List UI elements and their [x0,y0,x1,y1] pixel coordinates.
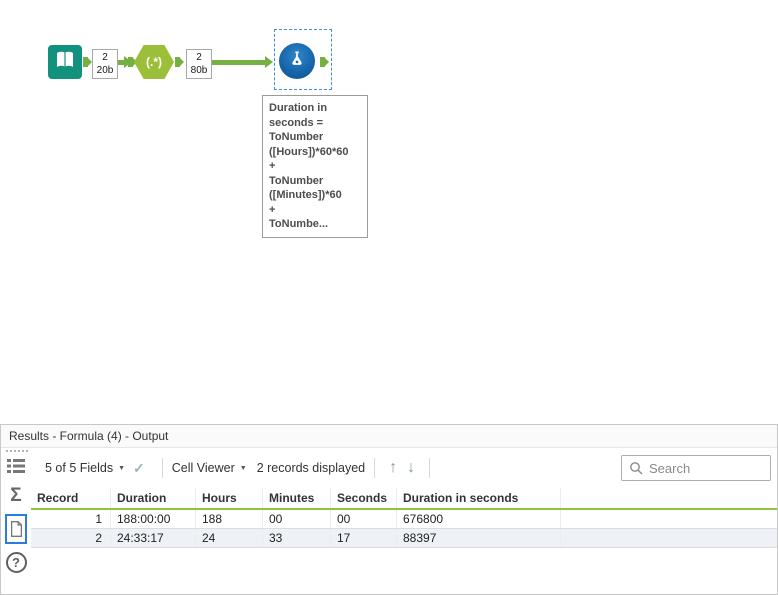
nav-up-button[interactable]: ↑ [384,459,402,477]
record-count: 2 [196,52,202,63]
cell-minutes[interactable]: 00 [263,510,331,528]
data-size: 80b [190,65,208,76]
connection-annotation-1[interactable]: 2 20b [92,49,118,79]
table-row[interactable]: 1 188:00:00 188 00 00 676800 [31,510,777,529]
cell-record[interactable]: 1 [31,510,111,528]
table-header-row: Record Duration Hours Minutes Seconds Du… [31,488,777,510]
regex-hexagon-icon: (.*) [134,45,174,79]
toolbar-divider [374,458,376,478]
cell-duration-in-seconds[interactable]: 676800 [397,510,561,528]
report-page-icon[interactable] [5,514,27,544]
toolbar-divider [429,458,431,478]
results-toolbar: 5 of 5 Fields ▼ ✓ Cell Viewer ▼ 2 record… [31,448,777,488]
cell-duration[interactable]: 188:00:00 [111,510,196,528]
metadata-sigma-icon[interactable]: Σ [4,484,28,508]
results-pane: Results - Formula (4) - Output Σ ? 5 of … [0,424,778,595]
cell-seconds[interactable]: 17 [331,529,397,547]
records-displayed: 2 records displayed [256,461,366,475]
cell-hours[interactable]: 188 [196,510,263,528]
results-table: Record Duration Hours Minutes Seconds Du… [31,488,777,548]
header-record[interactable]: Record [31,488,111,508]
fields-dropdown[interactable]: 5 of 5 Fields ▼ [45,461,125,475]
help-icon[interactable]: ? [4,550,28,574]
output-anchor-icon[interactable] [175,57,184,67]
connection-arrowhead-icon [265,56,273,68]
chevron-down-icon: ▼ [239,464,247,472]
search-box[interactable] [621,455,771,481]
book-icon [53,48,77,77]
fields-label: 5 of 5 Fields [45,461,114,475]
output-anchor-icon[interactable] [83,57,92,67]
alteryx-designer-window: 2 20b (.*) 2 80b Duration in seconds = T… [0,0,778,595]
header-minutes[interactable]: Minutes [263,488,331,508]
table-row[interactable]: 2 24:33:17 24 33 17 88397 [31,529,777,548]
regex-tool[interactable]: (.*) [134,45,174,79]
header-seconds[interactable]: Seconds [331,488,397,508]
connection-line[interactable] [212,60,266,65]
header-duration-in-seconds[interactable]: Duration in seconds [397,488,561,508]
workflow-canvas[interactable]: 2 20b (.*) 2 80b Duration in seconds = T… [0,0,778,424]
header-duration[interactable]: Duration [111,488,196,508]
tool-annotation[interactable]: Duration in seconds = ToNumber ([Hours])… [262,95,368,238]
cell-viewer-dropdown[interactable]: Cell Viewer ▼ [172,461,247,475]
data-size: 20b [96,65,114,76]
nav-down-button[interactable]: ↓ [402,459,420,477]
search-input[interactable] [649,460,763,476]
check-icon[interactable]: ✓ [133,460,145,477]
cell-viewer-label: Cell Viewer [171,461,235,475]
cell-duration[interactable]: 24:33:17 [111,529,196,547]
chevron-down-icon: ▼ [118,464,126,472]
cell-hours[interactable]: 24 [196,529,263,547]
regex-label: (.*) [146,55,162,69]
results-left-strip: Σ ? [1,448,31,594]
cell-minutes[interactable]: 33 [263,529,331,547]
search-icon [629,461,643,475]
cell-record[interactable]: 2 [31,529,111,547]
flask-icon [287,49,307,74]
toolbar-divider [161,458,163,478]
results-grid-icon[interactable] [4,455,28,477]
input-anchor-icon[interactable] [128,57,137,67]
header-hours[interactable]: Hours [196,488,263,508]
cell-duration-in-seconds[interactable]: 88397 [397,529,561,547]
results-pane-title: Results - Formula (4) - Output [1,425,777,448]
connection-annotation-2[interactable]: 2 80b [186,49,212,79]
input-data-tool[interactable] [48,45,82,79]
formula-tool[interactable] [279,43,315,79]
grip-handle[interactable] [6,450,28,452]
record-count: 2 [102,52,108,63]
output-anchor-icon[interactable] [320,57,329,67]
cell-seconds[interactable]: 00 [331,510,397,528]
